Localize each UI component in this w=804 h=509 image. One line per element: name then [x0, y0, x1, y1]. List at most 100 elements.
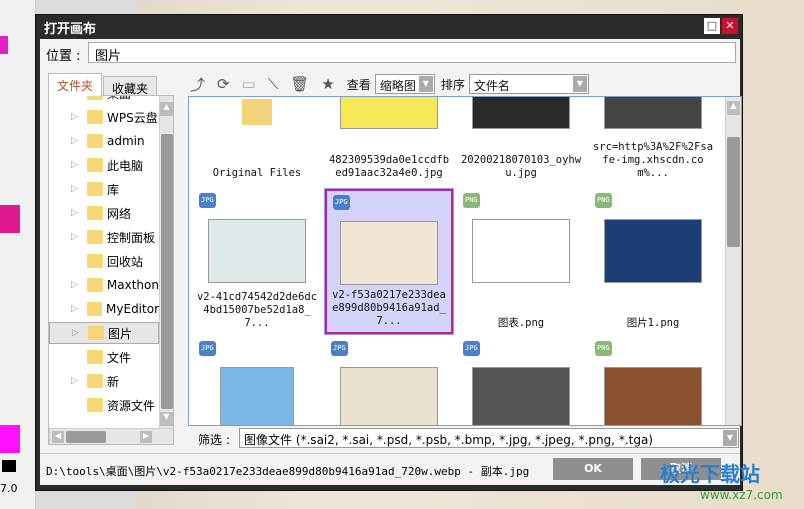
- tree-item[interactable]: ▷ 此电脑: [49, 154, 159, 176]
- thumbnail: [604, 219, 702, 283]
- file-item[interactable]: JPG: [457, 337, 585, 425]
- color-swatch-3[interactable]: [0, 425, 20, 453]
- black-swatch[interactable]: [2, 460, 16, 472]
- new-folder-icon[interactable]: ▭: [242, 75, 256, 93]
- tree-item-label: 网络: [107, 206, 132, 221]
- tree-hscrollbar[interactable]: ◀ ▶: [49, 428, 173, 444]
- folder-icon: [87, 206, 103, 220]
- expand-arrow-icon[interactable]: ▷: [71, 160, 83, 170]
- tree-item-label: 图片: [108, 326, 133, 341]
- tree-item[interactable]: ▷ WPS云盘: [49, 106, 159, 128]
- tree-item[interactable]: 桌面: [49, 96, 159, 104]
- folder-icon: [86, 302, 103, 316]
- tree-item[interactable]: ▷ admin: [49, 130, 159, 152]
- thumbnail: [604, 367, 702, 425]
- grid-scrollbar[interactable]: ▲: [725, 97, 741, 425]
- file-type-icon: PNG: [463, 193, 480, 208]
- expand-arrow-icon[interactable]: ▷: [71, 184, 83, 194]
- watermark-logo: 极光下载站: [660, 462, 760, 486]
- file-name: 图表.png: [497, 317, 545, 329]
- color-swatch-2[interactable]: [0, 205, 20, 233]
- tree-item[interactable]: ▷ MyEditor: [49, 298, 159, 320]
- color-swatch[interactable]: [0, 36, 8, 54]
- trash-icon[interactable]: 🗑: [290, 75, 309, 93]
- edit-icon[interactable]: ⟍: [268, 75, 279, 93]
- expand-arrow-icon[interactable]: ▷: [71, 208, 83, 218]
- scroll-up-button[interactable]: ▲: [160, 102, 173, 116]
- selected-file-path: D:\tools\桌面\图片\v2-f53a0217e233deae899d80…: [46, 465, 534, 478]
- star-icon[interactable]: ★: [321, 75, 334, 93]
- expand-arrow-icon[interactable]: ▷: [71, 304, 83, 314]
- tree-item[interactable]: ▷ 图片: [49, 322, 159, 344]
- thumbnail: [220, 367, 294, 425]
- tree-item[interactable]: ▷ Maxthon: [49, 274, 159, 296]
- file-item[interactable]: JPG v2-f53a0217e233deae899d80b9416a91ad_7…: [324, 188, 454, 335]
- expand-arrow-icon[interactable]: ▷: [71, 376, 83, 386]
- chevron-down-icon: ▼: [723, 430, 737, 446]
- tree-item[interactable]: 回收站: [49, 250, 159, 272]
- scroll-thumb[interactable]: [161, 134, 173, 409]
- folder-icon: [87, 230, 103, 244]
- file-item[interactable]: 482309539da0e1ccdfbed91aac32a4e0.jpg: [325, 97, 453, 184]
- refresh-icon[interactable]: ⟳: [217, 75, 230, 93]
- tab-folders[interactable]: 文件夹: [48, 73, 103, 96]
- tree-item[interactable]: ▷ 新: [49, 370, 159, 392]
- file-type-icon: JPG: [463, 341, 480, 356]
- tree-item[interactable]: 文件: [49, 346, 159, 368]
- close-button[interactable]: ✕: [722, 18, 738, 34]
- watermark-url: www.xz7.com: [700, 488, 783, 502]
- ok-button[interactable]: OK: [553, 458, 633, 480]
- dialog-title: 打开画布: [44, 22, 97, 37]
- file-item[interactable]: JPG v2-41cd74542d2de6dc4bd15007be52d1a8_7…: [193, 189, 321, 334]
- expand-arrow-icon[interactable]: ▷: [71, 112, 83, 122]
- open-canvas-dialog: 打开画布 □ ✕ 位置 : 图片 文件夹 收藏夹 ▲ ▼ ◀ ▶ 桌面 ▷ WPS云…: [35, 14, 743, 491]
- tree-item-label: 回收站: [107, 254, 144, 269]
- scroll-up-button[interactable]: ▲: [727, 101, 740, 115]
- filter-value: 图像文件 (*.sai2, *.sai, *.psd, *.psb, *.bmp…: [244, 433, 653, 447]
- tree-item[interactable]: ▷ 网络: [49, 202, 159, 224]
- scroll-thumb[interactable]: [727, 137, 740, 247]
- file-item[interactable]: JPG: [193, 337, 321, 425]
- tree-item[interactable]: 资源文件: [49, 394, 159, 416]
- file-item[interactable]: 20200218070103_oyhwu.jpg: [457, 97, 585, 184]
- filter-select[interactable]: 图像文件 (*.sai2, *.sai, *.psd, *.psb, *.bmp…: [239, 428, 739, 448]
- hscroll-thumb[interactable]: [66, 431, 106, 443]
- file-item[interactable]: src=http%3A%2F%2Fsafe-img.xhscdn.com%...: [589, 97, 717, 184]
- expand-arrow-icon[interactable]: ▷: [71, 136, 83, 146]
- file-type-icon: PNG: [595, 193, 612, 208]
- location-input[interactable]: 图片: [88, 42, 736, 64]
- sort-select[interactable]: 文件名 ▼: [468, 74, 589, 94]
- file-item[interactable]: PNG: [589, 337, 717, 425]
- tree-scrollbar[interactable]: ▲ ▼: [159, 96, 173, 428]
- file-item[interactable]: Original Files: [193, 97, 321, 184]
- expand-arrow-icon[interactable]: ▷: [72, 328, 84, 338]
- view-select[interactable]: 缩略图 ▼: [374, 74, 435, 94]
- scroll-right-button[interactable]: ▶: [140, 431, 152, 443]
- file-grid: ▲ Original Files 482309539da0e1ccdfbed91a…: [188, 96, 742, 426]
- tab-favorites[interactable]: 收藏夹: [103, 76, 158, 96]
- up-folder-icon[interactable]: ⤴: [190, 74, 205, 95]
- tree-item[interactable]: ▷ 库: [49, 178, 159, 200]
- maximize-button[interactable]: □: [704, 18, 720, 34]
- file-item[interactable]: PNG 图表.png: [457, 189, 585, 334]
- scroll-down-button[interactable]: ▼: [160, 412, 173, 426]
- file-type-icon: JPG: [199, 341, 216, 356]
- folder-icon: [87, 350, 103, 364]
- file-name: Original Files: [212, 167, 302, 179]
- file-item[interactable]: PNG 图片1.png: [589, 189, 717, 334]
- folder-icon: [87, 254, 103, 268]
- divider: [40, 453, 740, 454]
- file-item[interactable]: JPG: [325, 337, 453, 425]
- thumbnail: [472, 367, 570, 425]
- folder-icon: [87, 158, 103, 172]
- tree-item[interactable]: ▷ 控制面板: [49, 226, 159, 248]
- file-name: v2-f53a0217e233deae899d80b9416a91ad_7...: [332, 289, 446, 327]
- thumbnail: [604, 97, 702, 129]
- scroll-left-button[interactable]: ◀: [52, 431, 64, 443]
- expand-arrow-icon[interactable]: ▷: [71, 280, 83, 290]
- tree-item-label: Maxthon: [106, 278, 159, 292]
- thumbnail: [208, 219, 306, 283]
- expand-arrow-icon[interactable]: ▷: [71, 232, 83, 242]
- folder-icon: [87, 374, 103, 388]
- zoom-value: 7.0: [0, 482, 18, 495]
